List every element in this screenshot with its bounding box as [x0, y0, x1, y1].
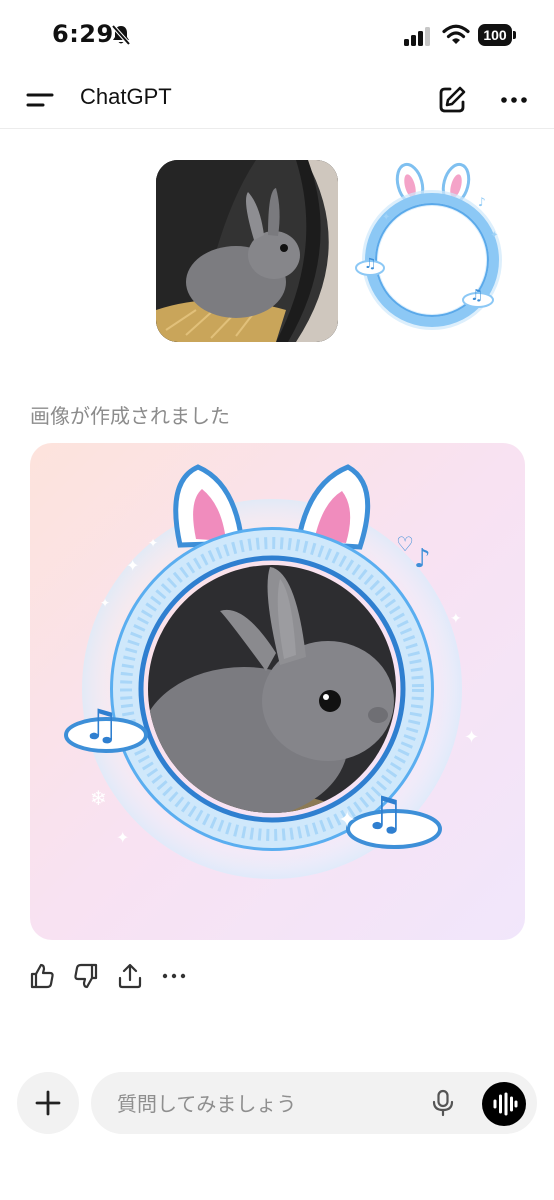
plus-icon — [35, 1090, 61, 1116]
thumbs-down-icon[interactable] — [72, 962, 100, 990]
share-icon[interactable] — [116, 962, 144, 990]
svg-text:✦: ✦ — [148, 536, 158, 550]
microphone-icon[interactable] — [429, 1089, 457, 1117]
svg-text:♡: ♡ — [396, 532, 414, 556]
more-actions-icon[interactable] — [160, 962, 188, 990]
bell-slash-icon — [111, 24, 131, 46]
menu-icon[interactable] — [24, 85, 56, 115]
more-icon[interactable] — [498, 84, 530, 116]
bunny-frame-image: ♫ ♫ ♪ ✦ ✦ — [355, 162, 502, 330]
new-chat-icon[interactable] — [436, 84, 468, 116]
add-attachment-button[interactable] — [17, 1072, 79, 1134]
generated-bunny-frame-image: ♫ ♫ ♡ ♪ ✦ ✦ ✦ ✦ ✦ ✦ ❄ ✦ — [64, 464, 479, 879]
thumbs-up-icon[interactable] — [28, 962, 56, 990]
image-created-label: 画像が作成されました — [30, 404, 230, 428]
wifi-icon — [442, 24, 470, 44]
svg-text:✦: ✦ — [382, 212, 390, 223]
svg-text:✦: ✦ — [450, 611, 462, 627]
battery-icon: 100 — [478, 24, 518, 48]
svg-text:❄: ❄ — [90, 786, 107, 810]
message-composer — [91, 1072, 537, 1136]
svg-text:♪: ♪ — [414, 544, 431, 574]
app-title[interactable]: ChatGPT — [80, 84, 172, 110]
rabbit-photo-attachment[interactable] — [156, 160, 338, 342]
svg-text:✦: ✦ — [116, 828, 129, 847]
svg-text:♫: ♫ — [364, 786, 405, 840]
status-time: 6:29 — [52, 20, 114, 48]
voice-mode-icon — [493, 1092, 518, 1116]
svg-text:♫: ♫ — [364, 256, 377, 272]
frame-image-attachment[interactable]: ♫ ♫ ♪ ✦ ✦ — [352, 160, 512, 342]
svg-text:✦: ✦ — [100, 596, 110, 610]
svg-text:✦: ✦ — [464, 727, 479, 748]
svg-text:✦: ✦ — [126, 556, 139, 575]
svg-text:♫: ♫ — [82, 700, 120, 749]
cellular-signal-icon — [404, 27, 430, 46]
generated-image[interactable]: ♫ ♫ ♡ ♪ ✦ ✦ ✦ ✦ ✦ ✦ ❄ ✦ — [30, 443, 525, 940]
svg-text:♪: ♪ — [478, 195, 486, 209]
svg-text:♫: ♫ — [470, 286, 483, 304]
message-input[interactable] — [115, 1072, 419, 1136]
rabbit-photo — [156, 160, 338, 342]
svg-text:✦: ✦ — [338, 808, 356, 833]
svg-text:✦: ✦ — [490, 230, 498, 241]
app-header: ChatGPT — [0, 72, 554, 129]
voice-mode-button[interactable] — [482, 1082, 526, 1126]
status-bar: 6:29 100 — [0, 0, 554, 72]
battery-level: 100 — [483, 27, 507, 43]
home-indicator-area — [0, 1180, 554, 1200]
